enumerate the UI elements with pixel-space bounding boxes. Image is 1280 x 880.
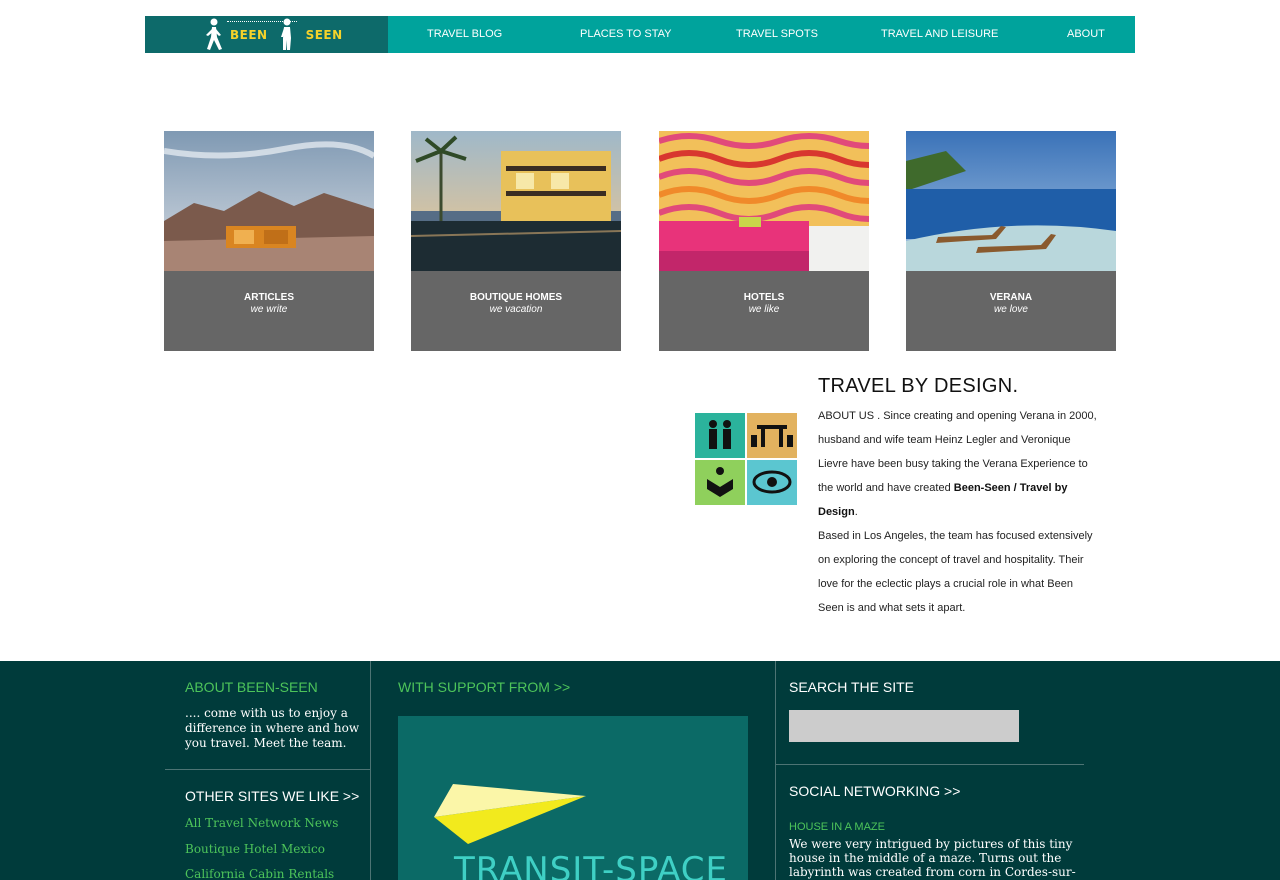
about-paragraph-2: Based in Los Angeles, the team has focus… — [818, 530, 1093, 614]
standing-person-icon — [280, 18, 291, 50]
search-heading: SEARCH THE SITE — [789, 679, 914, 695]
card-hotels[interactable]: HOTELS we like — [659, 131, 869, 351]
card-caption: HOTELS we like — [659, 292, 869, 316]
footer: ABOUT BEEN-SEEN .... come with us to enj… — [0, 661, 1280, 880]
card-title: HOTELS — [743, 292, 785, 303]
other-site-link[interactable]: California Cabin Rentals — [185, 862, 338, 880]
other-sites-list: All Travel Network News Boutique Hotel M… — [185, 811, 338, 880]
card-boutique-homes[interactable]: BOUTIQUE HOMES we vacation — [411, 131, 621, 351]
sponsor-name: TRANSIT-SPACE — [454, 850, 729, 880]
top-navigation: BEEN SEEN TRAVEL BLOG PLACES TO STAY TRA… — [145, 16, 1135, 53]
card-title: VERANA — [989, 292, 1033, 303]
other-site-link[interactable]: Boutique Hotel Mexico — [185, 837, 338, 863]
card-subtitle: we vacation — [489, 304, 543, 315]
walking-person-icon — [206, 18, 222, 50]
footer-divider — [370, 661, 371, 880]
card-subtitle: we love — [994, 304, 1028, 315]
about-been-seen-heading: ABOUT BEEN-SEEN — [185, 679, 318, 695]
card-verana[interactable]: VERANA we love — [906, 131, 1116, 351]
logo-word-seen: SEEN — [305, 27, 343, 42]
footer-divider — [775, 764, 1084, 765]
about-paragraph-1-end: . — [854, 506, 858, 518]
nav-travel-blog[interactable]: TRAVEL BLOG — [427, 28, 502, 40]
about-text: ABOUT US . Since creating and opening Ve… — [818, 404, 1100, 620]
about-blurb-link[interactable]: .... come with us to enjoy a difference … — [185, 706, 360, 751]
pool-villa-photo — [411, 131, 621, 271]
support-heading: WITH SUPPORT FROM >> — [398, 679, 571, 695]
news-title-link[interactable]: HOUSE IN A MAZE — [789, 821, 885, 833]
card-caption: ARTICLES we write — [164, 292, 374, 316]
swirl-hotel-room-photo — [659, 131, 869, 271]
desert-house-photo — [164, 131, 374, 271]
ocean-loungers-photo — [906, 131, 1116, 271]
logo-dotted-line — [227, 21, 297, 22]
travel-icons-grid — [695, 413, 797, 505]
footer-divider — [165, 769, 370, 770]
search-input[interactable] — [789, 710, 1019, 742]
logo-word-been: BEEN — [230, 27, 268, 42]
reading-person-icon — [695, 460, 745, 505]
card-caption: VERANA we love — [906, 292, 1116, 316]
couple-icon — [695, 413, 745, 458]
card-caption: BOUTIQUE HOMES we vacation — [411, 292, 621, 316]
card-subtitle: we like — [748, 304, 780, 315]
nav-travel-spots[interactable]: TRAVEL SPOTS — [736, 28, 818, 40]
social-heading[interactable]: SOCIAL NETWORKING >> — [789, 783, 960, 799]
card-title: ARTICLES — [244, 292, 294, 303]
nav-places-to-stay[interactable]: PLACES TO STAY — [580, 28, 672, 40]
main-nav: TRAVEL BLOG PLACES TO STAY TRAVEL SPOTS … — [388, 16, 1135, 53]
footer-divider — [775, 661, 776, 880]
eye-icon — [747, 460, 797, 505]
site-logo[interactable]: BEEN SEEN — [145, 16, 388, 53]
card-title: BOUTIQUE HOMES — [469, 292, 563, 303]
about-title: TRAVEL BY DESIGN. — [818, 375, 1019, 397]
nav-about[interactable]: ABOUT — [1067, 28, 1105, 40]
sponsor-banner[interactable]: TRANSIT-SPACE — [398, 716, 748, 880]
other-site-link[interactable]: All Travel Network News — [185, 811, 338, 837]
dining-table-icon — [747, 413, 797, 458]
nav-travel-and-leisure[interactable]: TRAVEL AND LEISURE — [881, 28, 998, 40]
news-excerpt: We were very intrigued by pictures of th… — [789, 837, 1076, 879]
other-sites-heading: OTHER SITES WE LIKE >> — [185, 788, 360, 804]
card-articles[interactable]: ARTICLES we write — [164, 131, 374, 351]
card-subtitle: we write — [250, 304, 288, 315]
